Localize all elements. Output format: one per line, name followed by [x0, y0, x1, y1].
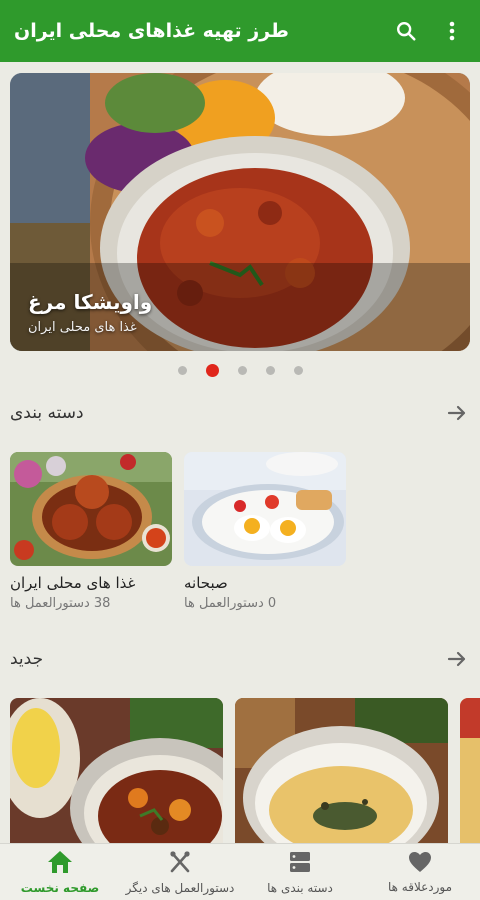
category-count: 38 دستورالعمل ها [10, 596, 111, 611]
heart-icon [408, 851, 432, 877]
new-header: جدید [10, 646, 470, 672]
new-recipe-image [235, 698, 448, 843]
category-card-local-food[interactable]: غذا های محلی ایران 38 دستورالعمل ها [10, 452, 172, 611]
nav-label: دسته بندی ها [267, 880, 333, 895]
app-title: طرز تهیه غذاهای محلی ایران [14, 20, 289, 42]
page-dot[interactable] [237, 366, 247, 375]
bottom-navigation: صفحه نخست دستورالعمل های دیگر دسته بندی … [0, 843, 480, 900]
banner-pagination [0, 364, 480, 377]
nav-categories[interactable]: دسته بندی ها [240, 844, 360, 900]
banner-title: واویشکا مرغ [28, 290, 153, 314]
banner-subtitle: غذا های محلی ایران [28, 320, 137, 335]
arrow-right-icon[interactable] [444, 646, 470, 672]
new-recipe-image [10, 698, 223, 843]
nav-favorites[interactable]: موردعلاقه ها [360, 844, 480, 900]
nav-label: موردعلاقه ها [387, 879, 453, 894]
home-icon [47, 850, 73, 878]
category-name: صبحانه [184, 574, 228, 592]
more-options-icon[interactable] [438, 17, 466, 45]
category-card-breakfast[interactable]: صبحانه 0 دستورالعمل ها [184, 452, 346, 611]
nav-label: دستورالعمل های دیگر [125, 880, 235, 895]
fork-knife-icon [168, 850, 192, 878]
new-recipe-card-partial[interactable] [460, 698, 480, 843]
category-icon [288, 850, 312, 878]
nav-other-recipes[interactable]: دستورالعمل های دیگر [120, 844, 240, 900]
page-dot[interactable] [293, 366, 303, 375]
nav-home[interactable]: صفحه نخست [0, 844, 120, 900]
new-title: جدید [10, 649, 44, 669]
page-dot[interactable] [177, 366, 187, 375]
featured-banner[interactable]: واویشکا مرغ غذا های محلی ایران [10, 73, 470, 351]
arrow-right-icon[interactable] [444, 400, 470, 426]
page-dot[interactable] [265, 366, 275, 375]
categories-title: دسته بندی [10, 403, 84, 423]
new-recipe-image [460, 698, 480, 843]
new-recipe-card[interactable] [10, 698, 223, 843]
category-name: غذا های محلی ایران [10, 574, 136, 592]
app-bar: طرز تهیه غذاهای محلی ایران [0, 0, 480, 62]
category-image-breakfast [184, 452, 346, 566]
category-image-kufteh [10, 452, 172, 566]
search-icon[interactable] [392, 17, 420, 45]
categories-header: دسته بندی [10, 400, 470, 426]
category-count: 0 دستورالعمل ها [184, 596, 277, 611]
page-dot-active[interactable] [205, 364, 219, 377]
nav-label: صفحه نخست [20, 880, 100, 895]
new-recipe-card[interactable] [235, 698, 448, 843]
